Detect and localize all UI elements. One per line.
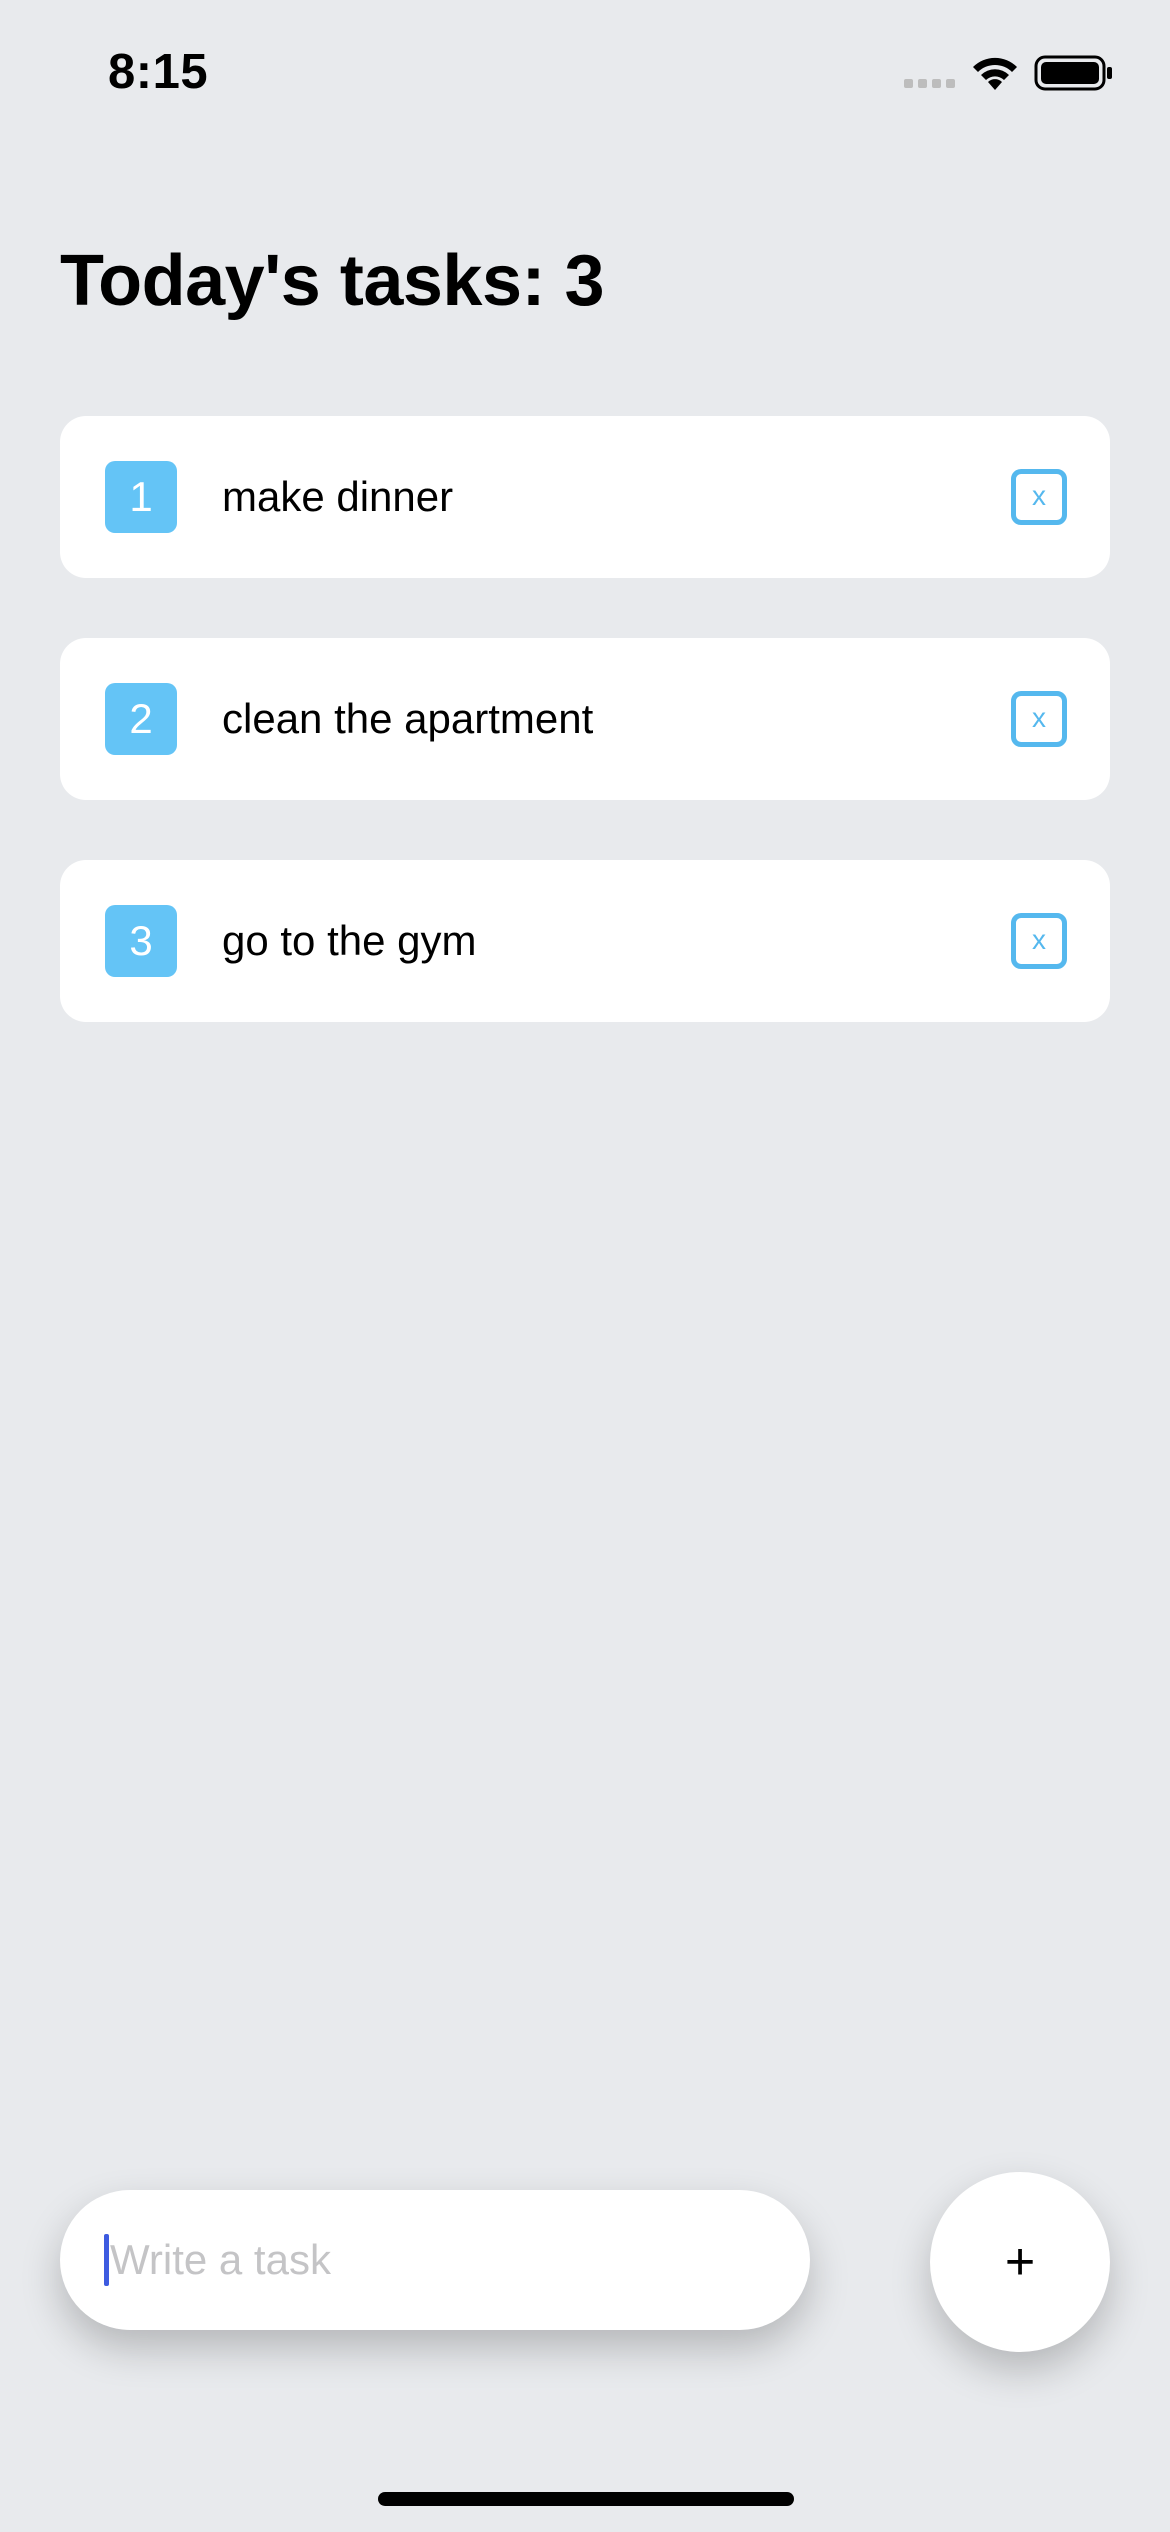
task-text: clean the apartment bbox=[222, 695, 594, 742]
task-number-badge: 2 bbox=[105, 683, 177, 755]
task-item[interactable]: 1 make dinner x bbox=[60, 416, 1110, 578]
task-text: make dinner bbox=[222, 473, 454, 520]
wifi-icon bbox=[973, 57, 1017, 90]
task-list: 1 make dinner x 2 clean the apartment x … bbox=[60, 416, 1110, 1082]
text-cursor bbox=[104, 2234, 109, 2286]
delete-task-button[interactable]: x bbox=[1011, 913, 1067, 969]
task-item[interactable]: 2 clean the apartment x bbox=[60, 638, 1110, 800]
battery-icon bbox=[1034, 55, 1112, 91]
task-input[interactable] bbox=[106, 2190, 770, 2330]
home-indicator bbox=[378, 2492, 794, 2506]
status-bar: 8:15 bbox=[0, 0, 1170, 150]
task-item[interactable]: 3 go to the gym x bbox=[60, 860, 1110, 1022]
status-icons bbox=[904, 54, 1114, 98]
cellular-signal-icon bbox=[904, 79, 955, 88]
status-time: 8:15 bbox=[108, 45, 209, 99]
task-input-container bbox=[60, 2190, 810, 2330]
task-number-badge: 3 bbox=[105, 905, 177, 977]
task-number-badge: 1 bbox=[105, 461, 177, 533]
task-text: go to the gym bbox=[222, 917, 477, 964]
delete-task-button[interactable]: x bbox=[1011, 469, 1067, 525]
page-title: Today's tasks: 3 bbox=[60, 241, 605, 321]
add-task-button[interactable]: + bbox=[930, 2172, 1110, 2352]
delete-task-button[interactable]: x bbox=[1011, 691, 1067, 747]
